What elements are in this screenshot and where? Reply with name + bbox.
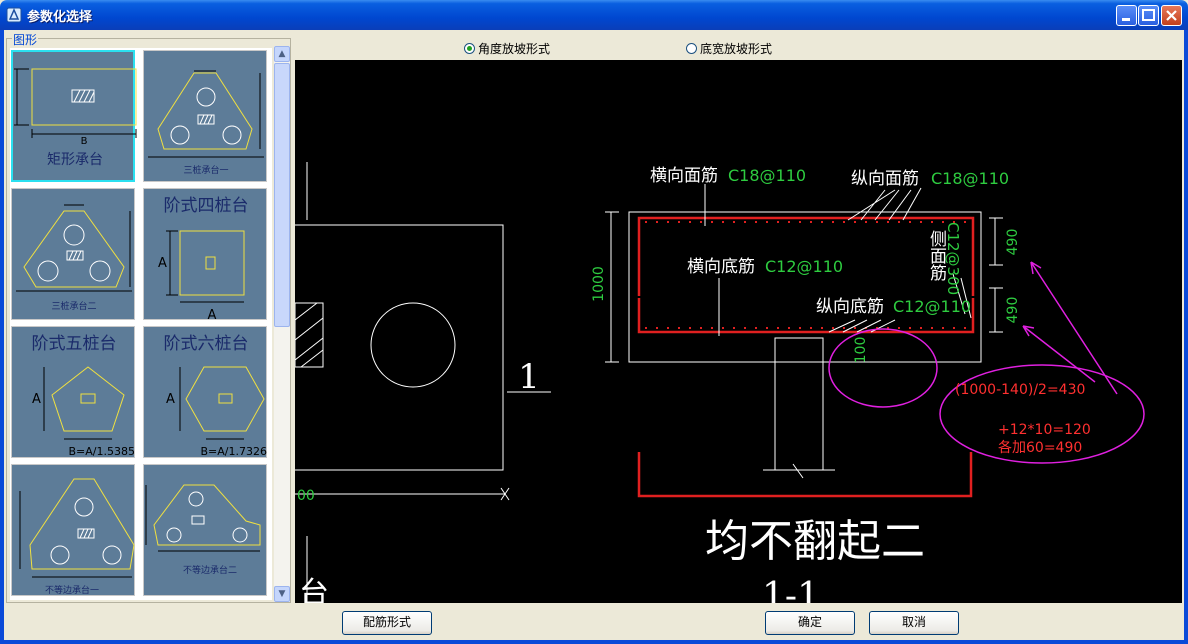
shape-label: 三桩承台二 [51,300,96,312]
shape-label: 阶式六桩台 [164,334,249,354]
formula-label: B=A/1.5385 [69,445,135,458]
dim-label: A [158,256,167,271]
drawing-canvas[interactable]: 1 00 台 1000 490 490 100 横向面筋 C18@110 纵向面… [295,60,1182,603]
shape-item-three-pile-1[interactable]: 三桩承台一 [143,50,267,182]
minimize-icon [1122,18,1130,21]
annotation-spec: C18@110 [931,169,1009,188]
app-icon [6,7,22,23]
window-border [1184,30,1188,644]
scroll-down-button[interactable]: ▼ [274,586,290,602]
shape-label: 矩形承台 [47,152,103,168]
shape-label: 阶式四桩台 [164,196,249,216]
shape-label: 不等边承台二 [183,564,237,576]
shape-item-step-four-pile[interactable]: 阶式四桩台 A A [143,188,267,321]
dim-label: B [81,136,88,147]
rebar-form-button[interactable]: 配筋形式 [342,611,432,635]
dim-label: 1000 [591,266,607,302]
annotation-spec: C12@300 [944,222,962,295]
shape-label: 三桩承台一 [183,164,228,176]
window-border [0,640,1188,644]
annotation-label: 横向底筋 [687,257,755,277]
calc-note: 各加60=490 [998,440,1082,456]
window-border [0,30,4,644]
title-bar: 参数化选择 [0,0,1188,30]
shape-list: B 矩形承台 三桩承台一 三桩承台二 阶式四桩台 A A 阶式五桩台 A B=A… [10,48,272,600]
dim-label: 100 [853,337,869,364]
shape-item-three-pile-2[interactable]: 三桩承台二 [11,188,135,320]
cad-drawing: 1 00 台 1000 490 490 100 横向面筋 C18@110 纵向面… [295,162,1145,603]
dim-label: 490 [1005,229,1021,256]
shape-label: 不等边承台一 [45,584,99,596]
ok-button[interactable]: 确定 [765,611,855,635]
maximize-icon [1142,9,1155,21]
radio-label: 底宽放坡形式 [700,42,773,56]
radio-angle-slope[interactable]: 角度放坡形式 [464,40,550,57]
annotation-spec: C12@110 [765,257,843,276]
dim-label: A [208,308,217,321]
section-title: 1-1 [762,576,820,603]
radio-label: 角度放坡形式 [478,42,551,56]
annotation-label: 纵向面筋 [851,169,919,189]
window-title: 参数化选择 [27,10,93,25]
radio-bottom-width-slope[interactable]: 底宽放坡形式 [686,40,772,57]
annotation-spec: C18@110 [728,166,806,185]
annotation-spec: C12@110 [893,297,971,316]
scroll-up-button[interactable]: ▲ [274,46,290,62]
radio-unchecked-icon[interactable] [686,43,697,54]
shape-item-step-six-pile[interactable]: 阶式六桩台 A B=A/1.7326 [143,326,267,458]
shape-item-rect-cap[interactable]: B 矩形承台 [11,50,137,182]
cancel-button[interactable]: 取消 [869,611,959,635]
close-icon [1166,10,1177,21]
shape-item-unequal-1[interactable]: 不等边承台一 [11,464,135,596]
dim-label: A [32,392,41,407]
maximize-button[interactable] [1138,5,1159,26]
bottom-bar: 配筋形式 确定 取消 [4,604,1184,640]
shapes-group-label: 图形 [12,31,39,48]
annotation-label: 纵向底筋 [816,297,884,317]
close-button[interactable] [1161,5,1182,26]
shape-list-scrollbar[interactable]: ▲ ▼ [274,46,290,602]
scroll-thumb[interactable] [274,63,290,327]
partial-label: 台 [299,576,329,603]
dim-label: 00 [297,488,315,504]
dim-label: A [166,392,175,407]
section-mark: 1 [518,357,540,397]
formula-label: B=A/1.7326 [201,445,267,458]
drawing-heading: 均不翻起二 [705,516,925,567]
shape-label: 阶式五桩台 [32,334,117,354]
slope-mode-options: 角度放坡形式 底宽放坡形式 [294,34,1182,58]
dim-label: 490 [1005,297,1021,324]
radio-checked-icon[interactable] [464,43,475,54]
calc-note: +12*10=120 [998,422,1091,438]
shape-item-unequal-2[interactable]: 不等边承台二 [143,464,267,596]
shape-item-step-five-pile[interactable]: 阶式五桩台 A B=A/1.5385 [11,326,135,458]
minimize-button[interactable] [1116,5,1137,26]
calc-note: (1000-140)/2=430 [955,382,1085,398]
annotation-label: 横向面筋 [650,166,718,186]
